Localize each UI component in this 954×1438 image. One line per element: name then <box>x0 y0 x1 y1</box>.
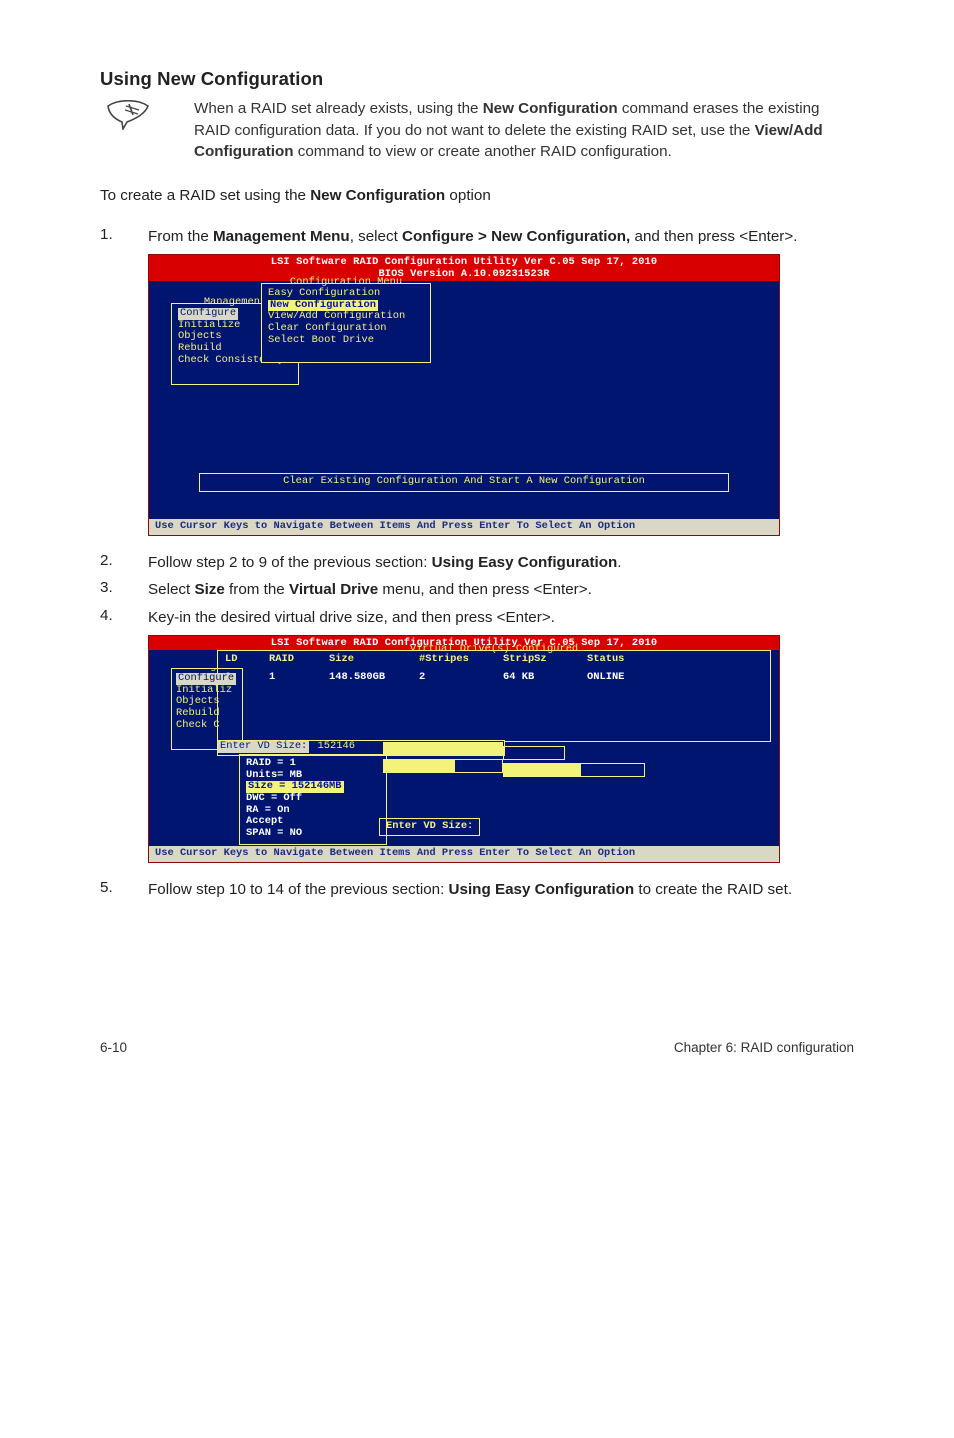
size-bars <box>383 742 583 780</box>
txt-bold: New Configuration <box>310 187 445 204</box>
col-status: Status <box>587 654 657 666</box>
enter-vd-size-label: Enter VD Size: <box>218 741 309 753</box>
txt-bold: New Configuration <box>483 100 618 117</box>
step-item: 5. Follow step 10 to 14 of the previous … <box>100 879 854 901</box>
bios-hint-bar: Use Cursor Keys to Navigate Between Item… <box>149 846 779 862</box>
cell: ONLINE <box>587 672 657 684</box>
bios-screenshot-2: LSI Software RAID Configuration Utility … <box>148 635 854 863</box>
bios-screenshot-1: LSI Software RAID Configuration Utility … <box>148 254 854 536</box>
prop-row: SPAN = NO <box>246 828 380 840</box>
enter-vd-size-prompt: Enter VD Size: <box>379 818 480 836</box>
bios-title-line2: BIOS Version A.10.09231523R <box>149 269 779 281</box>
note-text: When a RAID set already exists, using th… <box>156 98 854 163</box>
step-number: 4. <box>100 607 148 624</box>
txt: from the <box>225 581 289 598</box>
step-item: 4. Key-in the desired virtual drive size… <box>100 607 854 629</box>
bar <box>383 759 503 773</box>
section-heading: Using New Configuration <box>100 68 854 90</box>
txt: Follow step 10 to 14 of the previous sec… <box>148 881 449 898</box>
menu-item[interactable]: Clear Configuration <box>268 323 424 335</box>
step-number: 3. <box>100 579 148 596</box>
txt: command to view or create another RAID c… <box>294 143 672 160</box>
cell: 2 <box>419 672 503 684</box>
bios-help-text: Clear Existing Configuration And Start A… <box>199 473 729 492</box>
txt: Select <box>148 581 194 598</box>
menu-item[interactable]: Select Boot Drive <box>268 335 424 347</box>
cell: 1 <box>269 672 329 684</box>
cell: 148.580GB <box>329 672 419 684</box>
txt: option <box>445 187 491 204</box>
step-item: 1. From the Management Menu, select Conf… <box>100 226 854 248</box>
step-number: 5. <box>100 879 148 896</box>
prop-row: DWC = Off <box>246 793 380 805</box>
step-item: 3. Select Size from the Virtual Drive me… <box>100 579 854 601</box>
step-number: 2. <box>100 552 148 569</box>
txt: To create a RAID set using the <box>100 187 310 204</box>
configuration-menu-box: Configuration Menu Easy Configuration Ne… <box>261 283 431 363</box>
enter-vd-size-value: 152146 <box>316 741 357 753</box>
txt: From the <box>148 228 213 245</box>
vd-columns-header: LD RAID Size #Stripes StripSz Status <box>225 654 765 666</box>
management-menu-title: Managem <box>172 668 242 674</box>
menu-item[interactable]: Check C <box>176 720 238 732</box>
col-ld: LD <box>225 654 269 666</box>
txt: , select <box>350 228 402 245</box>
txt-bold: Using Easy Configuration <box>432 554 618 571</box>
menu-item[interactable]: Rebuild <box>176 708 238 720</box>
txt-bold: Size <box>194 581 224 598</box>
bar <box>503 746 565 760</box>
bios-titlebar: LSI Software RAID Configuration Utility … <box>149 255 779 281</box>
txt: to create the RAID set. <box>634 881 792 898</box>
vd-data-row: 0 1 148.580GB 2 64 KB ONLINE <box>225 672 765 684</box>
col-size: Size <box>329 654 419 666</box>
step-text: From the Management Menu, select Configu… <box>148 226 854 248</box>
note-icon <box>100 98 156 130</box>
txt: menu, and then press <Enter>. <box>378 581 592 598</box>
txt: . <box>617 554 621 571</box>
txt-bold: Virtual Drive <box>289 581 378 598</box>
bios-title-line1: LSI Software RAID Configuration Utility … <box>149 257 779 269</box>
step-text: Follow step 10 to 14 of the previous sec… <box>148 879 854 901</box>
txt-bold: Using Easy Configuration <box>449 881 635 898</box>
step-item: 2. Follow step 2 to 9 of the previous se… <box>100 552 854 574</box>
footer-page-number: 6-10 <box>100 1040 127 1055</box>
col-stripsz: StripSz <box>503 654 587 666</box>
step-number: 1. <box>100 226 148 243</box>
col-raid: RAID <box>269 654 329 666</box>
management-menu-box: Managem Configure Initializ Objects Rebu… <box>171 668 243 750</box>
note-callout: When a RAID set already exists, using th… <box>100 98 854 163</box>
txt-bold: Configure > New Configuration, <box>402 228 630 245</box>
configuration-menu-title: Configuration Menu <box>272 277 420 289</box>
page-footer: 6-10 Chapter 6: RAID configuration <box>100 1040 854 1055</box>
step-text: Key-in the desired virtual drive size, a… <box>148 607 854 629</box>
txt-bold: Management Menu <box>213 228 350 245</box>
bios-hint-bar: Use Cursor Keys to Navigate Between Item… <box>149 519 779 535</box>
txt: and then press <Enter>. <box>630 228 797 245</box>
footer-chapter: Chapter 6: RAID configuration <box>674 1040 854 1055</box>
bar <box>383 742 503 756</box>
txt: When a RAID set already exists, using th… <box>194 100 483 117</box>
cell: 64 KB <box>503 672 587 684</box>
vd-properties-box: RAID = 1 Units= MB Size = 152146MB DWC =… <box>239 754 387 844</box>
step-text: Follow step 2 to 9 of the previous secti… <box>148 552 854 574</box>
step-text: Select Size from the Virtual Drive menu,… <box>148 579 854 601</box>
lead-text: To create a RAID set using the New Confi… <box>100 185 854 207</box>
txt: Follow step 2 to 9 of the previous secti… <box>148 554 432 571</box>
col-stripes: #Stripes <box>419 654 503 666</box>
bar <box>503 763 645 777</box>
